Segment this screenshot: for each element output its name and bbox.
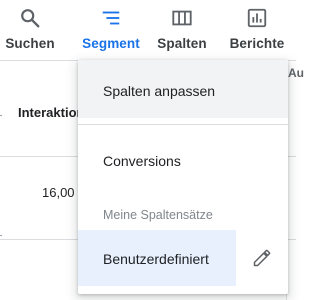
toolbar-reports-button[interactable]: Berichte bbox=[224, 0, 290, 60]
column-header-partial[interactable]: Au bbox=[288, 66, 304, 80]
toolbar-search-label: Suchen bbox=[5, 36, 55, 51]
columns-icon bbox=[171, 7, 193, 29]
menu-item-customize-columns-label: Spalten anpassen bbox=[103, 83, 216, 99]
menu-divider bbox=[78, 124, 288, 125]
reports-icon bbox=[246, 7, 268, 29]
menu-item-custom-column-set[interactable]: Benutzerdefiniert bbox=[78, 230, 236, 286]
toolbar-segment-label: Segment bbox=[82, 36, 140, 51]
segment-dropdown-menu: Spalten anpassen Conversions Meine Spalt… bbox=[78, 60, 288, 294]
toolbar-columns-button[interactable]: Spalten bbox=[150, 0, 214, 60]
row-marker bbox=[0, 115, 2, 116]
pencil-icon bbox=[253, 249, 271, 267]
toolbar-reports-label: Berichte bbox=[229, 36, 285, 51]
row-marker bbox=[0, 235, 2, 236]
menu-section-my-column-sets: Meine Spaltensätze bbox=[103, 208, 213, 222]
edit-column-set-button[interactable] bbox=[248, 244, 276, 272]
toolbar-columns-label: Spalten bbox=[157, 36, 207, 51]
segment-icon bbox=[100, 7, 122, 29]
menu-item-conversions[interactable]: Conversions bbox=[78, 132, 288, 188]
toolbar-search-button[interactable]: Suchen bbox=[0, 0, 66, 60]
table-cell-value: 16,00 bbox=[42, 185, 75, 200]
menu-item-customize-columns[interactable]: Spalten anpassen bbox=[78, 60, 288, 118]
search-icon bbox=[19, 7, 41, 29]
top-toolbar: Suchen Segment Spalten Berichte bbox=[0, 0, 296, 60]
toolbar-segment-button[interactable]: Segment bbox=[72, 0, 150, 60]
menu-item-custom-column-set-label: Benutzerdefiniert bbox=[103, 251, 209, 267]
menu-item-conversions-label: Conversions bbox=[103, 153, 181, 169]
